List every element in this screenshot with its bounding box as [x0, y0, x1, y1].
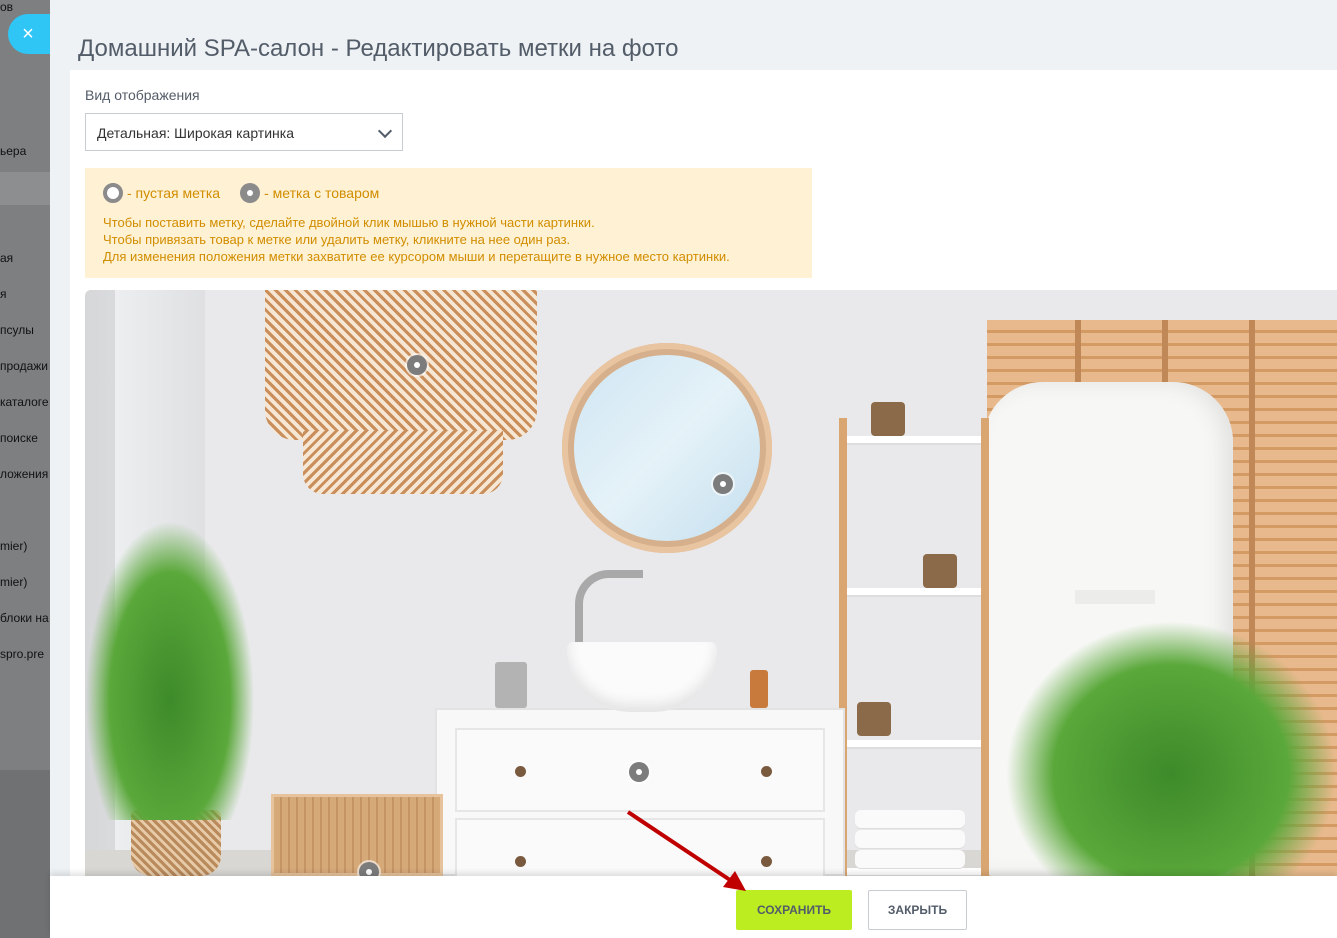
legend-empty-label: - пустая метка [127, 185, 221, 201]
photo-towel [855, 850, 965, 868]
slider-close-button[interactable]: × [8, 14, 50, 54]
photo-right-plant [1005, 620, 1337, 876]
photo-plant-pot [871, 402, 905, 436]
hint-line: Чтобы привязать товар к метке или удалит… [103, 232, 571, 247]
photo-towel [855, 810, 965, 828]
photo-tag-basket[interactable] [359, 862, 379, 876]
photo-towel [855, 830, 965, 848]
hint-box: - пустая метка - метка с товаром Чтобы п… [85, 168, 812, 278]
photo-plant-pot [857, 702, 891, 736]
photo-knob [761, 766, 772, 777]
photo-shelf-unit [839, 402, 989, 876]
save-button[interactable]: СОХРАНИТЬ [736, 890, 852, 930]
photo-vanity-cabinet [435, 708, 845, 876]
photo-tag-mirror[interactable] [713, 474, 733, 494]
background-menu-item: ая [0, 251, 14, 265]
photo-wooden-basket [271, 794, 443, 876]
chevron-down-icon [377, 123, 393, 139]
background-menu-item: блоки на [0, 611, 49, 625]
photo-tag-lamp[interactable] [407, 355, 427, 375]
display-mode-label: Вид отображения [85, 87, 200, 103]
photo-mirror-glass [574, 355, 760, 541]
photo-shelf [847, 740, 981, 749]
page-title: Домашний SPA-салон - Редактировать метки… [78, 35, 679, 63]
photo-robe-belt [1075, 590, 1155, 604]
photo-plant-pot [923, 554, 957, 588]
photo-shelf [847, 436, 981, 445]
slider-panel: Домашний SPA-салон - Редактировать метки… [50, 0, 1337, 938]
background-menu-item: поиске [0, 431, 38, 445]
photo-wicker-lamp [265, 290, 537, 440]
photo-drawer [455, 818, 825, 876]
photo-diffuser [750, 670, 768, 708]
background-menu-item: каталоге [0, 395, 49, 409]
background-footer [0, 770, 50, 938]
display-mode-select[interactable]: Детальная: Широкая картинка [85, 113, 403, 151]
background-highlight [0, 172, 50, 205]
photo-shelf [847, 868, 981, 876]
photo-knob [515, 856, 526, 867]
photo-knob [761, 856, 772, 867]
editor-card: Вид отображения Детальная: Широкая карти… [70, 70, 1337, 938]
tag-photo-canvas[interactable] [85, 290, 1337, 876]
close-icon: × [22, 23, 34, 45]
empty-tag-icon [103, 183, 123, 203]
background-menu-item: spro.pre [0, 647, 45, 661]
background-menu-item: ов [0, 0, 14, 14]
photo-shelf [847, 588, 981, 597]
slider-footer: СОХРАНИТЬ ЗАКРЫТЬ [50, 876, 1337, 938]
product-tag-icon [240, 183, 261, 203]
legend-empty-tag: - пустая метка [103, 183, 220, 203]
photo-basin [567, 642, 717, 712]
photo-cup [495, 662, 527, 708]
close-button[interactable]: ЗАКРЫТЬ [868, 890, 967, 930]
hint-line: Чтобы поставить метку, сделайте двойной … [103, 215, 595, 230]
photo-round-mirror [562, 343, 772, 553]
hint-line: Для изменения положения метки захватите … [103, 249, 730, 264]
background-menu-item: псулы [0, 323, 34, 337]
legend-product-tag: - метка с товаром [240, 183, 379, 203]
tag-legend: - пустая метка - метка с товаром [103, 183, 794, 203]
photo-knob [515, 766, 526, 777]
background-menu-item: продажи [0, 359, 48, 373]
background-menu-item: я [0, 287, 7, 301]
background-menu-item: ложения [0, 467, 49, 481]
photo-tag-cabinet[interactable] [629, 762, 649, 782]
display-mode-value: Детальная: Широкая картинка [97, 125, 294, 141]
background-menu-item: mier) [0, 575, 28, 589]
background-menu-item: ьера [0, 144, 27, 158]
photo-left-plant [85, 520, 255, 820]
background-page: ов ьера ая я псулы продажи каталоге поис… [0, 0, 50, 938]
legend-product-label: - метка с товаром [264, 185, 380, 201]
background-menu-item: mier) [0, 539, 28, 553]
photo-wicker-lamp-bottom [303, 430, 503, 494]
